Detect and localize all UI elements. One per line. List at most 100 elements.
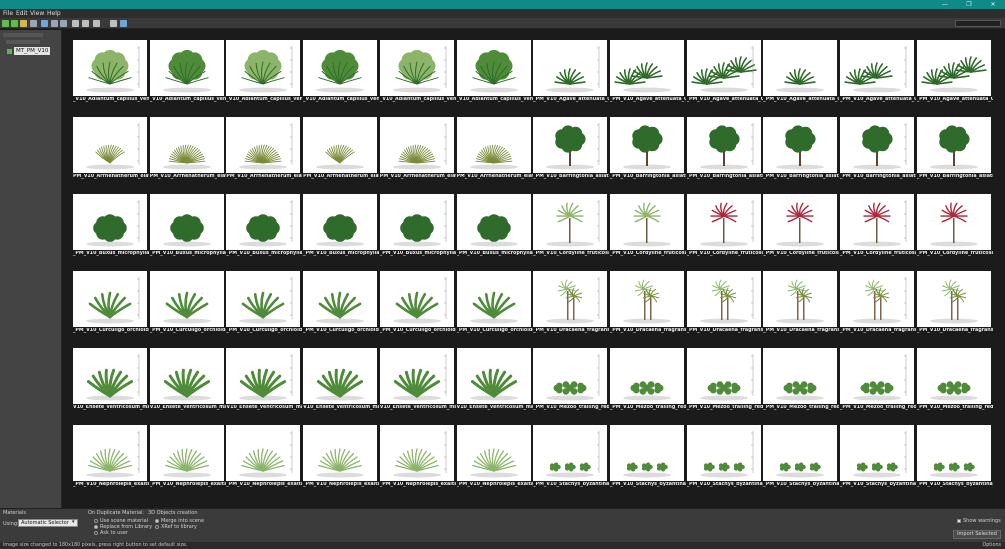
asset-thumbnail[interactable]: _PM_V10_Barringtonia_asiatica_01 xyxy=(686,117,763,179)
settings-icon[interactable] xyxy=(120,20,127,27)
asset-thumbnail[interactable]: _PM_V10_Stachys_byzantina_01 xyxy=(840,425,916,487)
asset-thumbnail[interactable]: _PM_V10_Agave_attenuata_01 xyxy=(609,40,686,102)
asset-thumbnail[interactable]: _PM_V10_Dracaena_fragrans_01 xyxy=(533,271,609,333)
asset-thumbnail[interactable]: _PM_V10_Buxus_microphylla_01 xyxy=(149,194,226,256)
asset-thumbnail[interactable]: _PM_V10_Buxus_microphylla_01 xyxy=(226,194,302,256)
asset-thumbnail[interactable]: _PM_V10_Dracaena_fragrans_01 xyxy=(686,271,763,333)
radio-ask-user[interactable] xyxy=(94,531,98,535)
menu-edit[interactable]: Edit xyxy=(16,10,28,17)
radio-xref-library[interactable] xyxy=(155,525,159,529)
asset-thumbnail[interactable]: PM_V10_Arrhenatherum_elatius_0 xyxy=(73,117,149,179)
asset-thumbnail[interactable]: V10_Ensete_ventricosum_maurel xyxy=(149,348,226,410)
asset-thumbnail[interactable]: _PM_V10_Cordyline_fruticosa_01 xyxy=(609,194,686,256)
asset-thumbnail[interactable]: _V10_Adiantum_capillus_veneris xyxy=(379,40,456,102)
asset-thumbnail[interactable]: _PM_V10_Cordyline_fruticosa_01 xyxy=(533,194,609,256)
asset-thumbnail[interactable]: V10_Ensete_ventricosum_maurel xyxy=(73,348,149,410)
minimize-button[interactable]: — xyxy=(933,0,957,9)
tree-root-row[interactable] xyxy=(3,33,43,37)
zoom-in-icon[interactable] xyxy=(72,20,79,27)
asset-thumbnail[interactable]: V10_Ensete_ventricosum_maurel xyxy=(226,348,302,410)
asset-thumbnail[interactable]: _PM_V10_Stachys_byzantina_01 xyxy=(686,425,763,487)
asset-thumbnail[interactable]: _PM_V10_Nephrolepis_exaltata_0 xyxy=(379,425,456,487)
asset-thumbnail[interactable]: _PM_V10_Cordyline_fruticosa_01 xyxy=(916,194,993,256)
asset-thumbnail[interactable]: _PM_V10_Curculigo_orchioides_0 xyxy=(226,271,302,333)
asset-thumbnail[interactable]: _PM_V10_Buxus_microphylla_01 xyxy=(303,194,379,256)
asset-thumbnail[interactable]: V10_Ensete_ventricosum_maurel xyxy=(456,348,533,410)
asset-thumbnail[interactable]: _PM_V10_Dracaena_fragrans_01 xyxy=(840,271,916,333)
asset-thumbnail[interactable]: _PM_V10_Stachys_byzantina_01 xyxy=(916,425,993,487)
search-input[interactable] xyxy=(955,20,1001,27)
asset-thumbnail[interactable]: _PM_V10_Mezoo_trailing_red_01 xyxy=(533,348,609,410)
asset-thumbnail[interactable]: _PM_V10_Curculigo_orchioides_0 xyxy=(456,271,533,333)
tree-item-selected[interactable]: MT_PM_V10 xyxy=(14,47,51,55)
asset-thumbnail[interactable]: _PM_V10_Dracaena_fragrans_01 xyxy=(916,271,993,333)
tree-folder-row[interactable] xyxy=(6,40,40,44)
using-dropdown[interactable]: Automatic Selector xyxy=(18,519,78,527)
asset-thumbnail[interactable]: _PM_V10_Curculigo_orchioides_0 xyxy=(149,271,226,333)
asset-thumbnail[interactable]: _PM_V10_Buxus_microphylla_01 xyxy=(73,194,149,256)
asset-thumbnail[interactable]: V10_Ensete_ventricosum_maurel xyxy=(303,348,379,410)
asset-thumbnail[interactable]: _V10_Adiantum_capillus_veneris xyxy=(226,40,302,102)
import-selected-button[interactable]: Import Selected xyxy=(953,530,1001,539)
asset-thumbnail[interactable]: _PM_V10_Agave_attenuata_01 xyxy=(686,40,763,102)
asset-thumbnail[interactable]: _PM_V10_Dracaena_fragrans_01 xyxy=(763,271,839,333)
asset-thumbnail[interactable]: _V10_Adiantum_capillus_veneris xyxy=(303,40,379,102)
thumbnail-size-icon[interactable] xyxy=(82,20,89,27)
next-icon[interactable] xyxy=(11,20,18,27)
asset-thumbnail[interactable]: _PM_V10_Barringtonia_asiatica_01 xyxy=(763,117,839,179)
asset-thumbnail[interactable]: _PM_V10_Stachys_byzantina_01 xyxy=(763,425,839,487)
asset-thumbnail[interactable]: _PM_V10_Agave_attenuata_01 xyxy=(916,40,993,102)
zoom-out-icon[interactable] xyxy=(110,20,117,27)
asset-thumbnail[interactable]: PM_V10_Arrhenatherum_elatius_0 xyxy=(226,117,302,179)
asset-thumbnail[interactable]: PM_V10_Arrhenatherum_elatius_0 xyxy=(456,117,533,179)
asset-thumbnail[interactable]: _V10_Adiantum_capillus_veneris xyxy=(456,40,533,102)
asset-thumbnail[interactable]: _PM_V10_Cordyline_fruticosa_01 xyxy=(686,194,763,256)
asset-thumbnail[interactable]: _PM_V10_Nephrolepis_exaltata_0 xyxy=(303,425,379,487)
grid-toggle-icon[interactable] xyxy=(93,20,100,27)
asset-thumbnail[interactable]: V10_Ensete_ventricosum_maurel xyxy=(379,348,456,410)
asset-thumbnail[interactable]: _V10_Adiantum_capillus_veneris xyxy=(73,40,149,102)
asset-thumbnail[interactable]: _PM_V10_Curculigo_orchioides_0 xyxy=(73,271,149,333)
menu-view[interactable]: View xyxy=(30,10,44,17)
asset-thumbnail[interactable]: _PM_V10_Nephrolepis_exaltata_0 xyxy=(149,425,226,487)
close-button[interactable]: ✕ xyxy=(981,0,1005,9)
asset-thumbnail[interactable]: _PM_V10_Agave_attenuata_01 xyxy=(840,40,916,102)
asset-thumbnail[interactable]: _PM_V10_Buxus_microphylla_01 xyxy=(456,194,533,256)
asset-thumbnail[interactable]: _PM_V10_Stachys_byzantina_01 xyxy=(533,425,609,487)
asset-thumbnail[interactable]: PM_V10_Arrhenatherum_elatius_0 xyxy=(379,117,456,179)
maximize-button[interactable]: ❐ xyxy=(957,0,981,9)
asset-thumbnail[interactable]: _PM_V10_Mezoo_trailing_red_01 xyxy=(916,348,993,410)
asset-thumbnail[interactable]: _PM_V10_Buxus_microphylla_01 xyxy=(379,194,456,256)
radio-use-scene[interactable] xyxy=(94,519,98,523)
asset-thumbnail[interactable]: _PM_V10_Barringtonia_asiatica_01 xyxy=(533,117,609,179)
asset-thumbnail[interactable]: PM_V10_Arrhenatherum_elatius_0 xyxy=(303,117,379,179)
filter-icon[interactable] xyxy=(51,20,58,27)
asset-thumbnail[interactable]: _PM_V10_Mezoo_trailing_red_01 xyxy=(686,348,763,410)
asset-thumbnail[interactable]: _PM_V10_Mezoo_trailing_red_01 xyxy=(609,348,686,410)
asset-thumbnail[interactable]: _PM_V10_Nephrolepis_exaltata_0 xyxy=(73,425,149,487)
refresh-icon[interactable] xyxy=(41,20,48,27)
asset-thumbnail[interactable]: _PM_V10_Curculigo_orchioides_0 xyxy=(303,271,379,333)
asset-thumbnail[interactable]: _PM_V10_Agave_attenuata_01 xyxy=(533,40,609,102)
sort-icon[interactable] xyxy=(60,20,67,27)
asset-thumbnail[interactable]: _V10_Adiantum_capillus_veneris xyxy=(149,40,226,102)
asset-thumbnail[interactable]: _PM_V10_Barringtonia_asiatica_01 xyxy=(916,117,993,179)
menu-help[interactable]: Help xyxy=(47,10,61,17)
asset-thumbnail[interactable]: _PM_V10_Mezoo_trailing_red_01 xyxy=(840,348,916,410)
asset-thumbnail[interactable]: _PM_V10_Barringtonia_asiatica_01 xyxy=(840,117,916,179)
asset-thumbnail[interactable]: _PM_V10_Curculigo_orchioides_0 xyxy=(379,271,456,333)
menu-file[interactable]: File xyxy=(3,10,13,17)
asset-thumbnail[interactable]: _PM_V10_Stachys_byzantina_01 xyxy=(609,425,686,487)
show-warnings-checkbox[interactable] xyxy=(957,519,961,523)
asset-thumbnail[interactable]: _PM_V10_Dracaena_fragrans_01 xyxy=(609,271,686,333)
options-link[interactable]: Options xyxy=(982,542,1001,549)
radio-replace-library[interactable] xyxy=(94,525,98,529)
up-folder-icon[interactable] xyxy=(20,20,27,27)
prev-icon[interactable] xyxy=(2,20,9,27)
asset-thumbnail[interactable]: _PM_V10_Agave_attenuata_01 xyxy=(763,40,839,102)
asset-thumbnail[interactable]: _PM_V10_Cordyline_fruticosa_01 xyxy=(840,194,916,256)
list-view-icon[interactable] xyxy=(30,20,37,27)
asset-thumbnail[interactable]: _PM_V10_Nephrolepis_exaltata_0 xyxy=(456,425,533,487)
asset-thumbnail[interactable]: _PM_V10_Mezoo_trailing_red_01 xyxy=(763,348,839,410)
asset-thumbnail[interactable]: PM_V10_Arrhenatherum_elatius_0 xyxy=(149,117,226,179)
